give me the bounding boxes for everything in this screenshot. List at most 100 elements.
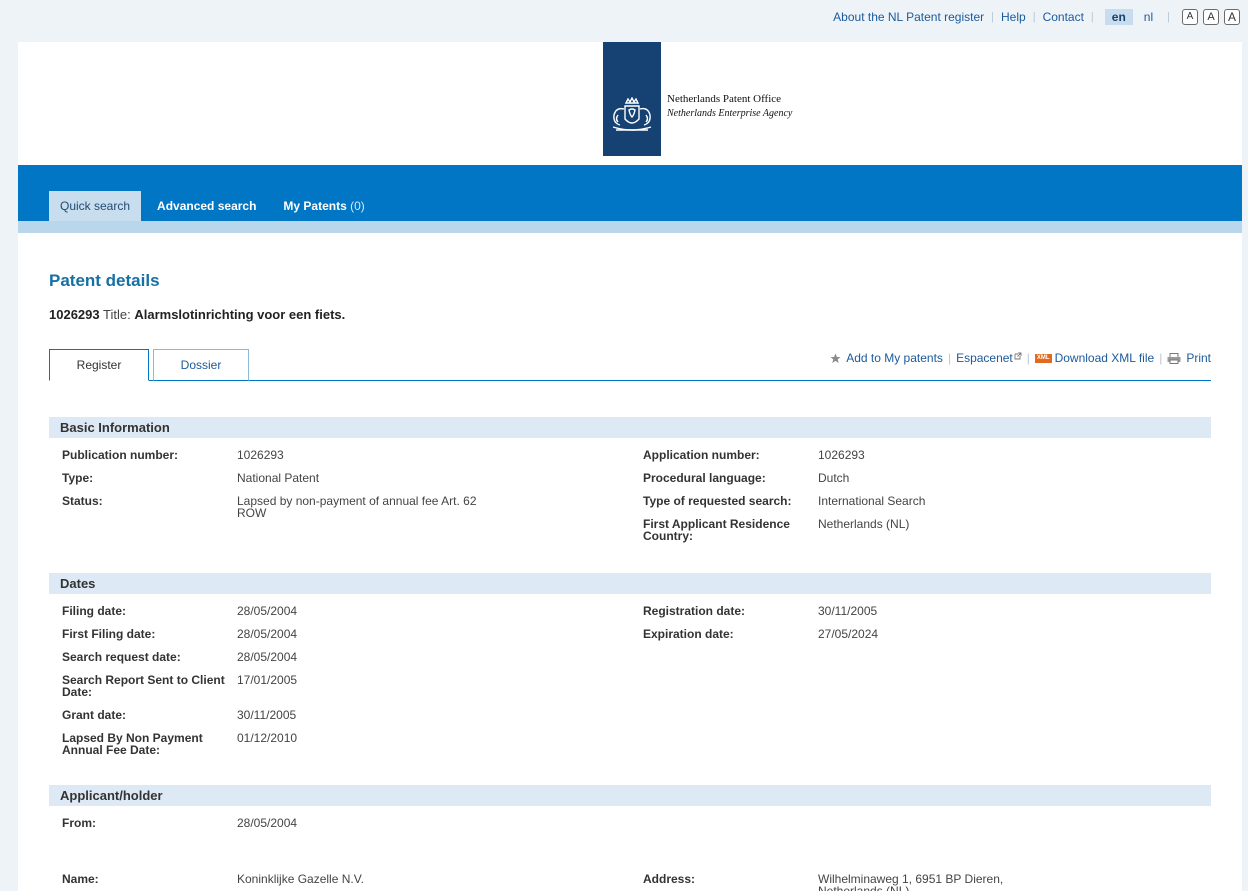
field-value: 1026293 bbox=[818, 448, 865, 462]
help-link[interactable]: Help bbox=[1001, 10, 1026, 24]
patent-title: Alarmslotinrichting voor een fiets. bbox=[134, 307, 346, 322]
espacenet-link[interactable]: Espacenet bbox=[956, 351, 1022, 365]
separator: | bbox=[1159, 351, 1163, 365]
tab-my-patents[interactable]: My Patents (0) bbox=[272, 191, 375, 221]
download-xml-link[interactable]: XML Download XML file bbox=[1034, 351, 1155, 365]
tab-label: Quick search bbox=[60, 199, 131, 213]
patent-details-content: Patent details 1026293 Title: Alarmsloti… bbox=[49, 271, 1211, 891]
separator: | bbox=[1090, 11, 1094, 23]
field-value: Dutch bbox=[818, 471, 850, 485]
field-value: 01/12/2010 bbox=[237, 731, 298, 745]
field-value: Netherlands (NL) bbox=[818, 517, 910, 531]
field-label: Type: bbox=[62, 471, 94, 485]
field-label: Filing date: bbox=[62, 604, 126, 618]
field-label: From: bbox=[62, 816, 96, 830]
section-heading: Dates bbox=[49, 573, 1211, 594]
action-links: Add to My patents | Espacenet | XML Down… bbox=[830, 351, 1211, 365]
xml-file-icon: XML bbox=[1034, 353, 1052, 363]
add-to-my-patents-link[interactable]: Add to My patents bbox=[830, 351, 943, 365]
field-label: Expiration date: bbox=[643, 627, 734, 641]
field-value: 28/05/2004 bbox=[237, 816, 298, 830]
field-label: Procedural language: bbox=[643, 471, 766, 485]
title-label: Title: bbox=[103, 307, 131, 322]
contact-link[interactable]: Contact bbox=[1043, 10, 1084, 24]
add-label: Add to My patents bbox=[846, 351, 943, 365]
field-value: 30/11/2005 bbox=[818, 604, 878, 618]
star-icon bbox=[830, 353, 841, 363]
field-row: Expiration date: 27/05/2024 bbox=[630, 628, 1211, 640]
font-size-small-button[interactable]: A bbox=[1182, 9, 1198, 25]
field-row: First Applicant Residence Country: Nether… bbox=[630, 518, 1211, 542]
tab-quick-search[interactable]: Quick search bbox=[49, 191, 142, 221]
utility-bar: About the NL Patent register | Help | Co… bbox=[833, 8, 1240, 26]
logo-text: Netherlands Patent Office Netherlands En… bbox=[667, 93, 792, 119]
field-label: Address: bbox=[643, 872, 696, 886]
espacenet-label: Espacenet bbox=[956, 351, 1013, 365]
tab-label: My Patents bbox=[283, 199, 347, 213]
my-patents-count: (0) bbox=[350, 199, 365, 213]
patent-number: 1026293 bbox=[49, 307, 100, 322]
field-row: Publication number: 1026293 bbox=[49, 449, 630, 461]
field-row: Grant date: 30/11/2005 bbox=[49, 709, 630, 721]
field-label: Name: bbox=[62, 872, 99, 886]
field-label: Grant date: bbox=[62, 708, 127, 722]
field-row: Type of requested search: International S… bbox=[630, 495, 1211, 507]
field-label: Type of requested search: bbox=[643, 494, 792, 508]
separator: | bbox=[1026, 351, 1030, 365]
tab-label: Advanced search bbox=[157, 199, 257, 213]
tab-advanced-search[interactable]: Advanced search bbox=[146, 191, 267, 221]
print-link[interactable]: Print bbox=[1167, 351, 1211, 365]
download-label: Download XML file bbox=[1054, 351, 1155, 365]
coat-of-arms-icon bbox=[612, 97, 652, 131]
field-value: 28/05/2004 bbox=[237, 604, 298, 618]
field-row: Address: Wilhelminaweg 1, 6951 BP Dieren,… bbox=[630, 873, 1211, 891]
org-subname: Netherlands Enterprise Agency bbox=[667, 108, 793, 119]
field-row: Filing date: 28/05/2004 bbox=[49, 605, 630, 617]
patent-title-line: 1026293 Title: Alarmslotinrichting voor … bbox=[49, 307, 1211, 322]
field-row: Registration date: 30/11/2005 bbox=[630, 605, 1211, 617]
field-row: Procedural language: Dutch bbox=[630, 472, 1211, 484]
page-title: Patent details bbox=[49, 271, 160, 290]
language-nl[interactable]: nl bbox=[1137, 9, 1160, 25]
field-value: 28/05/2004 bbox=[237, 650, 298, 664]
section-heading: Basic Information bbox=[49, 417, 1211, 438]
field-label: Application number: bbox=[643, 448, 760, 462]
field-row: Search request date: 28/05/2004 bbox=[49, 651, 630, 663]
field-label: Registration date: bbox=[643, 604, 746, 618]
field-value: National Patent bbox=[237, 471, 320, 485]
field-value: International Search bbox=[818, 494, 926, 508]
field-label: Status: bbox=[62, 494, 103, 508]
field-row: Application number: 1026293 bbox=[630, 449, 1211, 461]
field-value: 30/11/2005 bbox=[237, 708, 297, 722]
external-link-icon bbox=[1014, 352, 1022, 359]
about-link[interactable]: About the NL Patent register bbox=[833, 10, 984, 24]
field-row: Name: Koninklijke Gazelle N.V. bbox=[49, 873, 630, 885]
basic-information-section: Basic Information Publication number: 102… bbox=[49, 417, 1211, 553]
field-value: Wilhelminaweg 1, 6951 BP Dieren, Netherl… bbox=[818, 872, 1004, 891]
field-row: Status: Lapsed by non-payment of annual f… bbox=[49, 495, 630, 519]
field-row: First Filing date: 28/05/2004 bbox=[49, 628, 630, 640]
field-value: 28/05/2004 bbox=[237, 627, 298, 641]
font-size-large-button[interactable]: A bbox=[1224, 9, 1240, 25]
main-nav: Quick search Advanced search My Patents … bbox=[18, 165, 1242, 221]
printer-icon bbox=[1167, 352, 1181, 364]
applicant-holder-section: Applicant/holder From: 28/05/2004 Name: Ko… bbox=[49, 785, 1211, 891]
field-label: Publication number: bbox=[62, 448, 179, 462]
field-row: From: 28/05/2004 bbox=[49, 817, 1211, 829]
document-tabs: Register Dossier Add to My patents | Esp… bbox=[49, 349, 1211, 381]
government-logo[interactable] bbox=[603, 42, 661, 156]
field-value: 27/05/2024 bbox=[818, 627, 879, 641]
field-value: Lapsed by non-payment of annual fee Art.… bbox=[237, 494, 477, 520]
field-row: Search Report Sent to Client Date: 17/01/… bbox=[49, 674, 630, 698]
site-header: Netherlands Patent Office Netherlands En… bbox=[18, 42, 1242, 165]
field-label: First Filing date: bbox=[62, 627, 156, 641]
field-value: 1026293 bbox=[237, 448, 284, 462]
language-en[interactable]: en bbox=[1104, 9, 1133, 25]
sub-nav-strip bbox=[18, 221, 1242, 233]
tab-dossier[interactable]: Dossier bbox=[153, 349, 249, 381]
dates-section: Dates Filing date: 28/05/2004 First Filin… bbox=[49, 573, 1211, 767]
tab-register[interactable]: Register bbox=[49, 349, 149, 381]
font-size-medium-button[interactable]: A bbox=[1203, 9, 1219, 25]
field-value: Koninklijke Gazelle N.V. bbox=[237, 872, 364, 886]
field-label: First Applicant Residence Country: bbox=[643, 517, 790, 543]
